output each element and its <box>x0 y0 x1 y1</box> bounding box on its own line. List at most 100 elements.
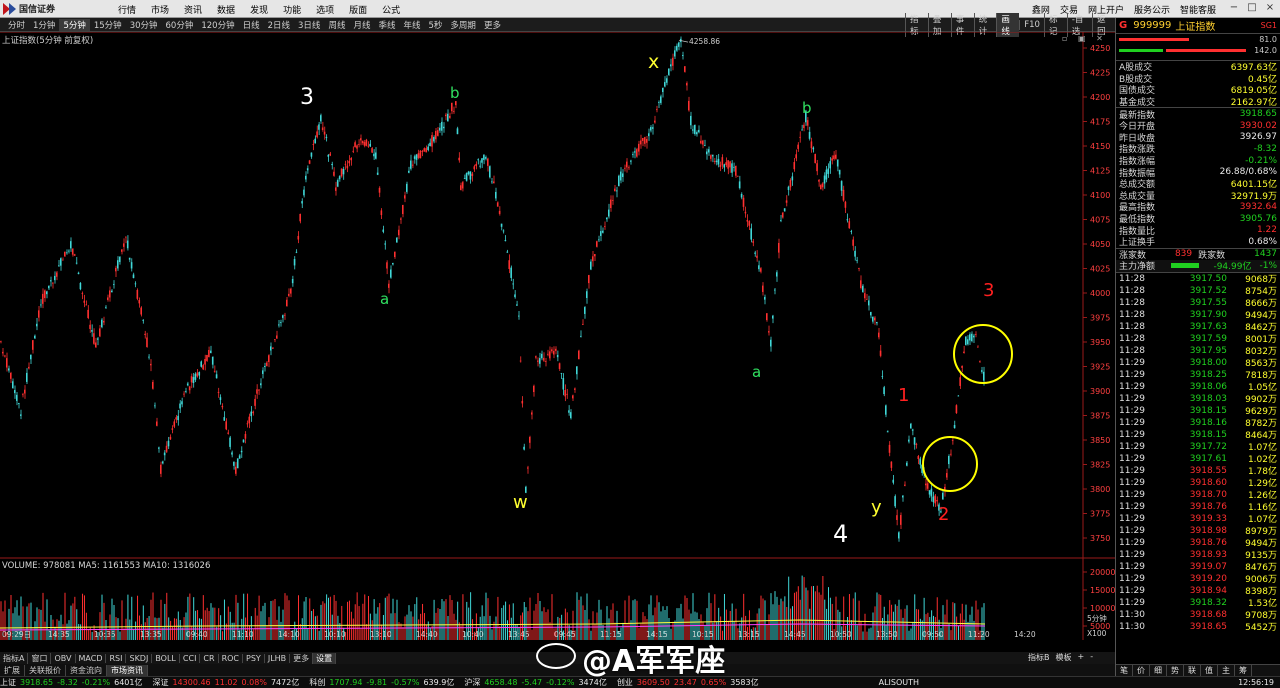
menu-item[interactable]: 市场 <box>151 3 169 16</box>
tick-price: 3918.25 <box>1189 369 1227 380</box>
bottom-tool-tab[interactable]: 关联报价 <box>25 664 66 676</box>
indicator-tab[interactable]: 指标A <box>0 652 29 664</box>
candle-body <box>358 144 360 145</box>
candle-body <box>310 152 313 157</box>
candle-body <box>908 439 910 442</box>
menu-item[interactable]: 选项 <box>316 3 334 16</box>
period-tab[interactable]: 分时 <box>4 19 29 31</box>
candle-body <box>644 137 646 144</box>
period-tab[interactable]: 5分钟 <box>59 18 90 31</box>
candle-body <box>668 68 670 75</box>
candle-body <box>344 163 347 165</box>
status-index-item[interactable]: 上证 3918.65 -8.32 -0.21% 6401亿 <box>0 677 146 688</box>
menu-item[interactable]: 功能 <box>283 3 301 16</box>
menu-item[interactable]: 数据 <box>217 3 235 16</box>
status-name: 沪深 <box>464 678 481 687</box>
close-icon[interactable]: × <box>1263 2 1277 14</box>
candle-body <box>981 370 983 372</box>
indicator-right-tab[interactable]: - <box>1090 652 1093 663</box>
candle-body <box>856 259 858 261</box>
period-tab[interactable]: 15分钟 <box>90 19 126 31</box>
period-tab[interactable]: 30分钟 <box>126 19 162 31</box>
period-tab[interactable]: 日线 <box>239 19 264 31</box>
minimize-icon[interactable]: − <box>1227 2 1241 14</box>
right-menu-item[interactable]: 服务公示 <box>1134 3 1170 16</box>
candle-body <box>10 372 12 379</box>
indicator-right-tab[interactable]: 指标B <box>1028 652 1050 663</box>
tick-list[interactable]: 11:28 3917.50 9068万 11:28 3917.52 8754万 11:28 3… <box>1116 273 1280 634</box>
period-tab[interactable]: 3日线 <box>294 19 324 31</box>
maximize-icon[interactable]: □ <box>1245 2 1259 14</box>
candle-body <box>723 164 726 168</box>
period-tab[interactable]: 2日线 <box>264 19 294 31</box>
period-tab[interactable]: 季线 <box>374 19 399 31</box>
tick-row: 11:28 3917.63 8462万 <box>1116 321 1280 334</box>
candle-body <box>717 158 720 165</box>
period-tab[interactable]: 5秒 <box>425 19 447 31</box>
candle-body <box>423 148 426 152</box>
tick-row: 11:29 3918.94 8398万 <box>1116 585 1280 598</box>
indicator-tab[interactable]: ROC <box>219 653 244 663</box>
panel-footer-tab[interactable]: 主 <box>1218 665 1235 676</box>
candle-body <box>198 372 201 376</box>
tick-price: 3918.00 <box>1189 357 1227 368</box>
candle-body <box>760 268 762 272</box>
indicator-tab[interactable]: BOLL <box>152 653 180 663</box>
panel-footer-tab[interactable]: 价 <box>1133 665 1150 676</box>
chart-window-icons[interactable]: ▫ ▣ ✕ <box>1062 34 1107 43</box>
menu-item[interactable]: 公式 <box>382 3 400 16</box>
tick-price: 3918.15 <box>1189 405 1227 416</box>
indicator-tab[interactable]: 更多 <box>290 652 314 664</box>
menu-item[interactable]: 资讯 <box>184 3 202 16</box>
panel-footer-tab[interactable]: 联 <box>1184 665 1201 676</box>
kline-chart[interactable]: 4250 4225 4200 4175 4150 4125 4100 4075 4050 4025… <box>0 32 1115 640</box>
right-menu-item[interactable]: 智能客服 <box>1180 3 1216 16</box>
bottom-tool-tab[interactable]: 资金流向 <box>66 664 107 676</box>
indicator-tab[interactable]: OBV <box>51 653 76 663</box>
indicator-tab[interactable]: CR <box>200 653 219 663</box>
panel-footer-tab[interactable]: 笔 <box>1116 665 1133 676</box>
candle-body <box>365 139 368 146</box>
candle-body <box>658 101 660 103</box>
menu-item[interactable]: 行情 <box>118 3 136 16</box>
indicator-tab[interactable]: 设置 <box>313 652 337 664</box>
tick-row: 11:29 3918.93 9135万 <box>1116 549 1280 562</box>
indicator-tab[interactable]: SKDJ <box>126 653 153 663</box>
indicator-tab[interactable]: CCI <box>180 653 201 663</box>
candle-body <box>632 154 634 156</box>
y-tick-label: 4050 <box>1090 240 1110 249</box>
panel-footer-tab[interactable]: 值 <box>1201 665 1218 676</box>
panel-footer-tab[interactable]: 细 <box>1150 665 1167 676</box>
period-tab[interactable]: 周线 <box>324 19 349 31</box>
watermark-text: @A军军座 <box>582 644 726 679</box>
indicator-right-tab[interactable]: 模板 <box>1056 652 1072 663</box>
menu-item[interactable]: 发现 <box>250 3 268 16</box>
candle-body <box>415 154 418 160</box>
period-tab[interactable]: 更多 <box>480 19 505 31</box>
candle-body <box>531 412 533 415</box>
status-index-item[interactable]: 科创 1707.94 -9.81 -0.57% 639.9亿 <box>309 677 458 688</box>
period-tab[interactable]: 1分钟 <box>29 19 59 31</box>
indicator-tab[interactable]: PSY <box>243 653 265 663</box>
panel-footer-tab[interactable]: 筹 <box>1235 665 1252 676</box>
period-tab[interactable]: 多周期 <box>446 19 480 31</box>
indicator-tab[interactable]: RSI <box>106 653 127 663</box>
period-tab[interactable]: 月线 <box>349 19 374 31</box>
panel-footer-tab[interactable]: 势 <box>1167 665 1184 676</box>
indicator-tab[interactable]: 窗口 <box>28 652 52 664</box>
status-index-item[interactable]: 深证 14300.46 11.02 0.08% 7472亿 <box>152 677 303 688</box>
candle-body <box>646 139 648 143</box>
bottom-tool-tab[interactable]: 市场资讯 <box>107 664 148 676</box>
menu-item[interactable]: 版面 <box>349 3 367 16</box>
candle-body <box>81 293 84 294</box>
indicator-right-tab[interactable]: + <box>1078 652 1085 663</box>
indicator-tab[interactable]: JLHB <box>265 653 291 663</box>
candle-body <box>764 296 766 300</box>
bottom-tool-tab[interactable]: 扩展 <box>0 664 25 676</box>
period-tab[interactable]: 120分钟 <box>197 19 238 31</box>
period-tab[interactable]: 60分钟 <box>162 19 198 31</box>
indicator-tab[interactable]: MACD <box>76 653 107 663</box>
chart-tool-tab[interactable]: F10 <box>1019 20 1044 30</box>
candle-body <box>835 154 837 159</box>
period-tab[interactable]: 年线 <box>399 19 424 31</box>
